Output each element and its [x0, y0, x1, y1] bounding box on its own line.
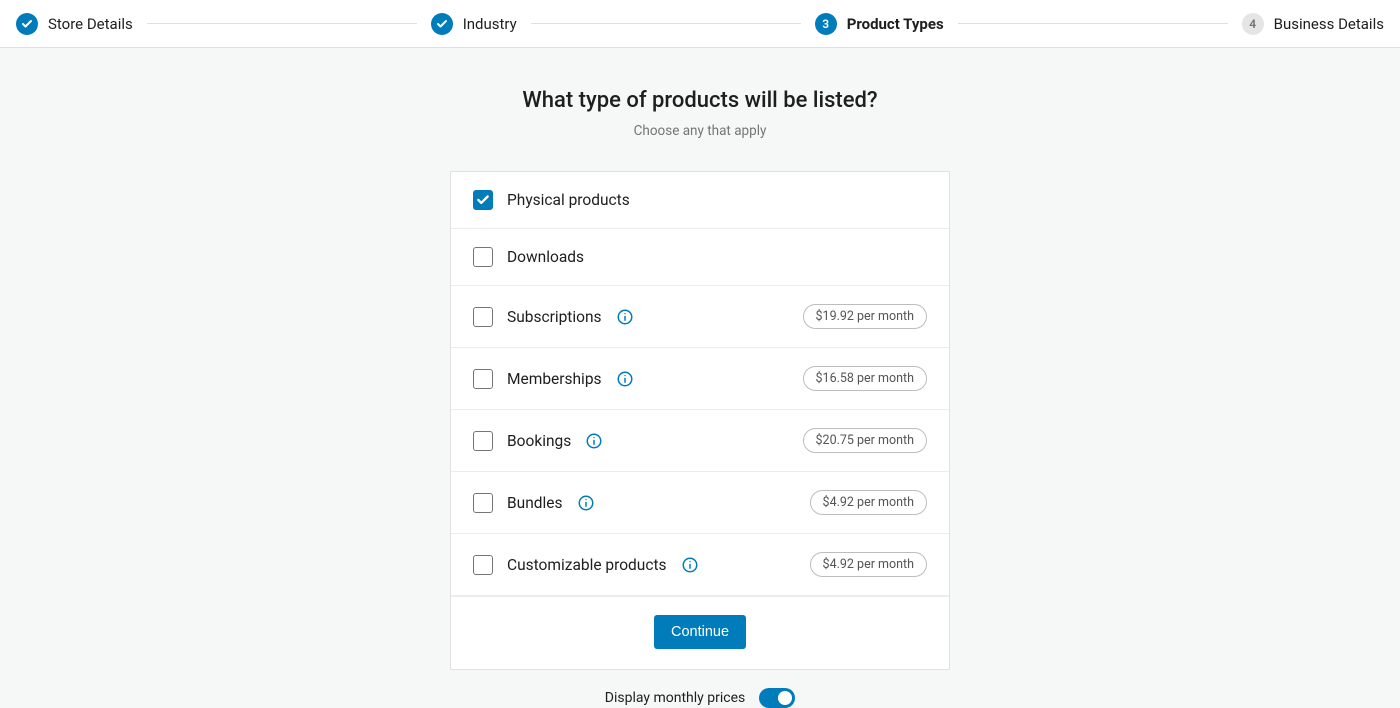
product-row-bookings[interactable]: Bookings $20.75 per month — [451, 410, 949, 472]
step-connector — [531, 23, 801, 24]
continue-button[interactable]: Continue — [654, 615, 746, 649]
checkbox-customizable-products[interactable] — [473, 555, 493, 575]
step-store-details[interactable]: Store Details — [16, 13, 133, 35]
info-icon[interactable] — [681, 556, 699, 574]
checkbox-memberships[interactable] — [473, 369, 493, 389]
checkbox-subscriptions[interactable] — [473, 307, 493, 327]
product-label: Bundles — [507, 494, 563, 512]
product-row-customizable-products[interactable]: Customizable products $4.92 per month — [451, 534, 949, 596]
step-connector — [958, 23, 1228, 24]
step-number-badge: 3 — [815, 13, 837, 35]
product-types-card: Physical products Downloads Subscription… — [450, 171, 950, 670]
product-label: Memberships — [507, 370, 602, 388]
price-pill-bundles[interactable]: $4.92 per month — [810, 490, 927, 515]
info-icon[interactable] — [577, 494, 595, 512]
step-connector — [147, 23, 417, 24]
info-icon[interactable] — [585, 432, 603, 450]
price-pill-customizable[interactable]: $4.92 per month — [810, 552, 927, 577]
product-row-subscriptions[interactable]: Subscriptions $19.92 per month — [451, 286, 949, 348]
info-icon[interactable] — [616, 308, 634, 326]
step-label: Industry — [463, 15, 517, 33]
product-row-downloads[interactable]: Downloads — [451, 229, 949, 286]
product-row-memberships[interactable]: Memberships $16.58 per month — [451, 348, 949, 410]
card-footer: Continue — [451, 596, 949, 669]
product-row-bundles[interactable]: Bundles $4.92 per month — [451, 472, 949, 534]
page-title: What type of products will be listed? — [0, 88, 1400, 113]
checkbox-bundles[interactable] — [473, 493, 493, 513]
main-content: What type of products will be listed? Ch… — [0, 48, 1400, 708]
price-pill-memberships[interactable]: $16.58 per month — [803, 366, 927, 391]
product-label: Physical products — [507, 191, 630, 209]
checkbox-physical-products[interactable] — [473, 190, 493, 210]
check-icon — [16, 13, 38, 35]
page-subtitle: Choose any that apply — [0, 123, 1400, 139]
pricing-toggle-row: Display monthly prices — [450, 688, 950, 708]
product-label: Bookings — [507, 432, 571, 450]
info-icon[interactable] — [616, 370, 634, 388]
price-pill-bookings[interactable]: $20.75 per month — [803, 428, 927, 453]
step-label: Business Details — [1274, 15, 1384, 33]
step-number-badge: 4 — [1242, 13, 1264, 35]
step-label: Store Details — [48, 15, 133, 33]
step-label: Product Types — [847, 15, 944, 33]
monthly-prices-toggle[interactable] — [759, 688, 795, 708]
product-label: Downloads — [507, 248, 584, 266]
product-label: Subscriptions — [507, 308, 602, 326]
step-business-details[interactable]: 4 Business Details — [1242, 13, 1384, 35]
checkbox-downloads[interactable] — [473, 247, 493, 267]
checkbox-bookings[interactable] — [473, 431, 493, 451]
setup-stepper: Store Details Industry 3 Product Types 4… — [0, 0, 1400, 48]
toggle-label: Display monthly prices — [605, 690, 745, 706]
step-product-types[interactable]: 3 Product Types — [815, 13, 944, 35]
toggle-knob — [778, 691, 792, 705]
product-row-physical-products[interactable]: Physical products — [451, 172, 949, 229]
price-pill-subscriptions[interactable]: $19.92 per month — [803, 304, 927, 329]
check-icon — [431, 13, 453, 35]
product-label: Customizable products — [507, 556, 667, 574]
step-industry[interactable]: Industry — [431, 13, 517, 35]
